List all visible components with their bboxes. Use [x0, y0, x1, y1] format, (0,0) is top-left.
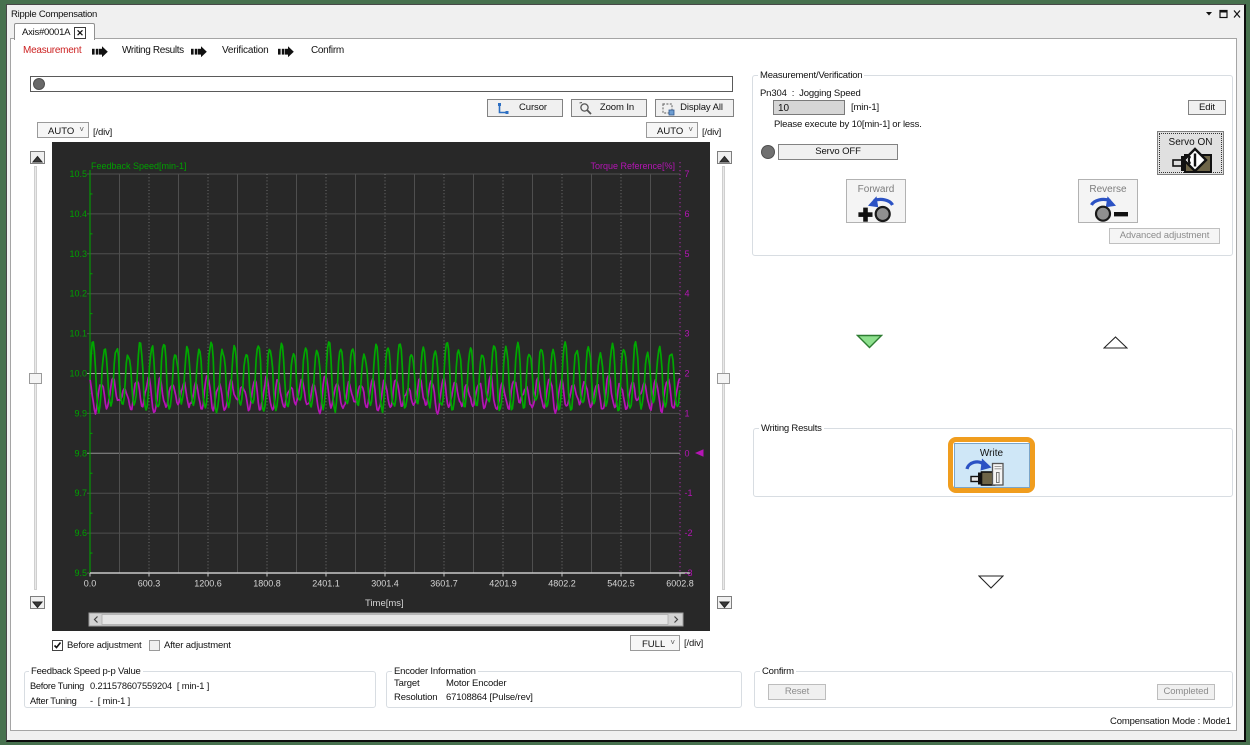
svg-text:Feedback Speed[min-1]: Feedback Speed[min-1]	[91, 161, 187, 171]
svg-text:1: 1	[685, 408, 690, 418]
svg-text:4: 4	[685, 289, 690, 299]
svg-text:9.9: 9.9	[74, 408, 87, 418]
svg-text:10.1: 10.1	[69, 329, 87, 339]
svg-text:-1: -1	[685, 488, 693, 498]
svg-text:3001.4: 3001.4	[371, 579, 399, 589]
svg-text:2401.1: 2401.1	[312, 579, 340, 589]
svg-text:1800.8: 1800.8	[253, 579, 281, 589]
svg-text:4201.9: 4201.9	[489, 579, 517, 589]
svg-text:10.5: 10.5	[69, 169, 87, 179]
svg-text:10.2: 10.2	[69, 289, 87, 299]
svg-text:2: 2	[685, 369, 690, 379]
svg-text:9.5: 9.5	[74, 568, 87, 578]
svg-text:Time[ms]: Time[ms]	[365, 598, 404, 609]
svg-text:9.7: 9.7	[74, 488, 87, 498]
svg-text:5402.5: 5402.5	[607, 579, 635, 589]
svg-text:3601.7: 3601.7	[430, 579, 458, 589]
svg-text:3: 3	[685, 329, 690, 339]
svg-text:6002.8: 6002.8	[666, 579, 694, 589]
svg-text:7: 7	[685, 169, 690, 179]
svg-text:0: 0	[685, 448, 690, 458]
svg-text:-3: -3	[685, 568, 693, 578]
svg-text:9.6: 9.6	[74, 528, 87, 538]
svg-text:5: 5	[685, 249, 690, 259]
svg-text:10.3: 10.3	[69, 249, 87, 259]
svg-text:0.0: 0.0	[84, 579, 97, 589]
svg-text:10.4: 10.4	[69, 209, 87, 219]
svg-text:6: 6	[685, 209, 690, 219]
svg-text:Torque Reference[%]: Torque Reference[%]	[590, 161, 675, 171]
svg-text:600.3: 600.3	[138, 579, 161, 589]
svg-text:-2: -2	[685, 528, 693, 538]
svg-text:10.0: 10.0	[69, 369, 87, 379]
svg-text:9.8: 9.8	[74, 448, 87, 458]
svg-text:4802.2: 4802.2	[548, 579, 576, 589]
svg-text:1200.6: 1200.6	[194, 579, 222, 589]
